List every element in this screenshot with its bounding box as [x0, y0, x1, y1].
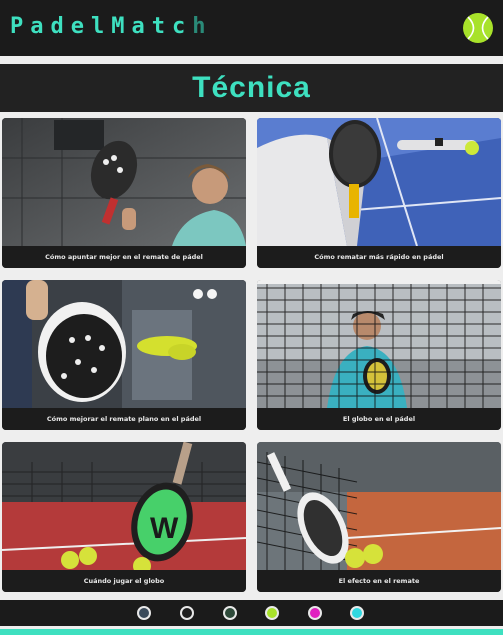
article-title[interactable]: El efecto en el remate [257, 570, 501, 592]
article-photo-racket-on-net [257, 442, 501, 570]
article-title[interactable]: El globo en el pádel [257, 408, 501, 430]
article-title[interactable]: Cuándo jugar el globo [2, 570, 246, 592]
cyan-dot-icon[interactable] [350, 606, 364, 620]
article-card[interactable]: El globo en el pádel [257, 280, 501, 430]
article-title[interactable]: Cómo rematar más rápido en pádel [257, 246, 501, 268]
bottom-accent-strip [0, 629, 503, 635]
padel-racket-dark-icon[interactable] [137, 606, 151, 620]
article-card[interactable]: Cómo rematar más rápido en pádel [257, 118, 501, 268]
svg-text:W: W [150, 512, 179, 545]
tennis-ball-icon[interactable] [462, 12, 494, 44]
article-title[interactable]: Cómo mejorar el remate plano en el pádel [2, 408, 246, 430]
article-card[interactable]: W Cuándo jugar el globo [2, 442, 246, 592]
article-card[interactable]: El efecto en el remate [257, 442, 501, 592]
article-title[interactable]: Cómo apuntar mejor en el remate de pádel [2, 246, 246, 268]
article-photo-player-racket [2, 118, 246, 246]
brand-text: PadelMatc [10, 14, 193, 39]
article-photo-player-at-net [257, 280, 501, 408]
article-photo-overhead-smash [257, 118, 501, 246]
padel-racket-black-icon[interactable] [180, 606, 194, 620]
page-title: Técnica [192, 71, 311, 104]
brand-logo[interactable]: PadelMatch [10, 14, 212, 39]
top-navbar: PadelMatch [0, 0, 503, 56]
article-card[interactable]: Cómo mejorar el remate plano en el pádel [2, 280, 246, 430]
page: PadelMatch Técnica Cómo apuntar mejor en… [0, 0, 503, 635]
padel-racket-green-icon[interactable] [223, 606, 237, 620]
brand-text-last-letter: h [192, 14, 213, 39]
article-photo-green-racket-balls: W [2, 442, 246, 570]
lime-dot-icon[interactable] [265, 606, 279, 620]
footer-icon-bar [0, 600, 503, 626]
article-card[interactable]: Cómo apuntar mejor en el remate de pádel [2, 118, 246, 268]
magenta-dot-icon[interactable] [308, 606, 322, 620]
section-title-bar: Técnica [0, 64, 503, 112]
article-photo-racket-closeup [2, 280, 246, 408]
